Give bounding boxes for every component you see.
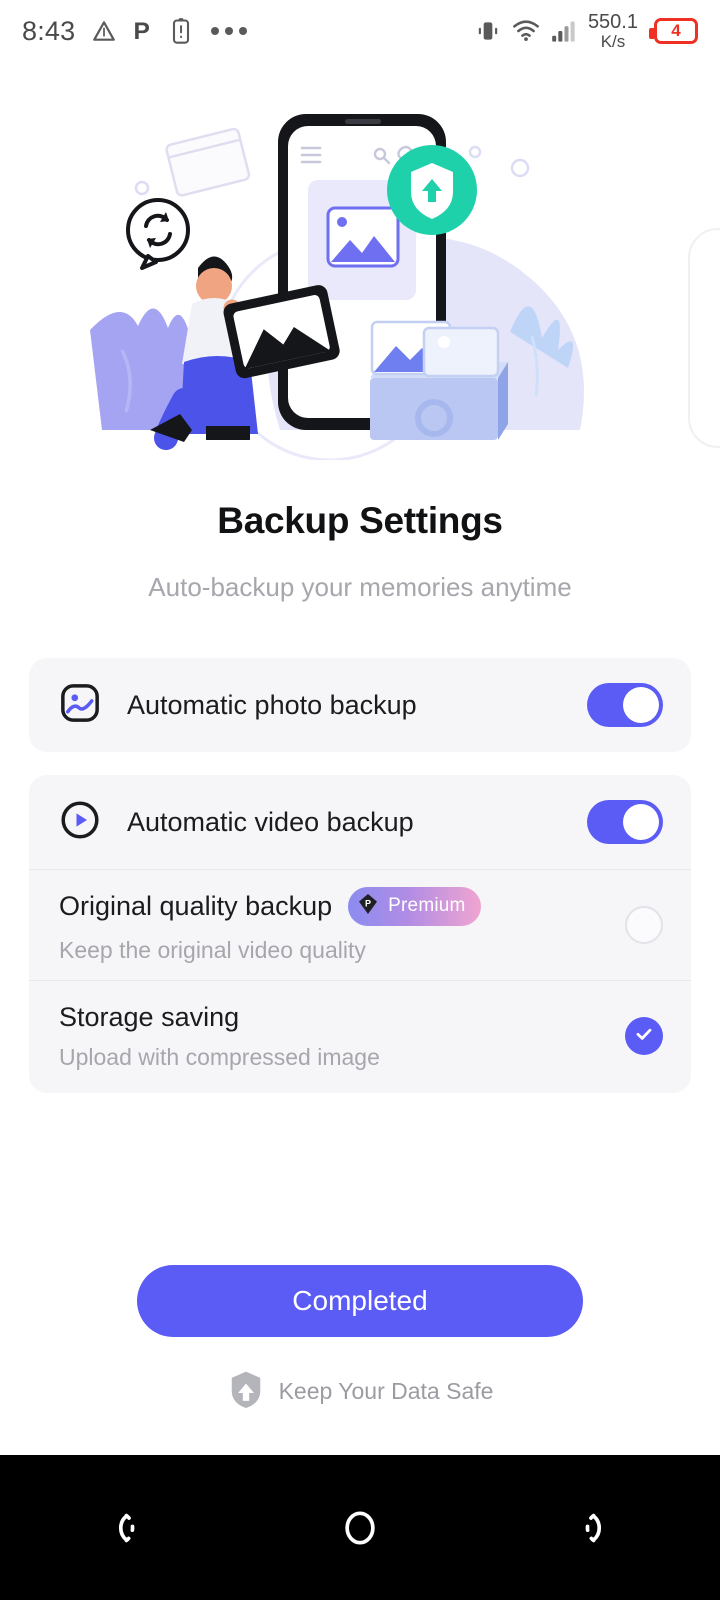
premium-badge[interactable]: P Premium	[348, 886, 481, 926]
option-original-quality-text: Original quality backup P Premium Keep t…	[59, 886, 625, 964]
network-speed-unit: K/s	[600, 31, 626, 51]
option-storage-saving-text: Storage saving Upload with compressed im…	[59, 1002, 625, 1071]
option-storage-saving-title-line: Storage saving	[59, 1002, 625, 1033]
video-play-icon	[59, 799, 101, 846]
svg-text:P: P	[365, 898, 371, 908]
option-original-quality-radio[interactable]	[625, 906, 663, 944]
photo-image-icon	[59, 682, 101, 729]
network-speed: 550.1 K/s	[588, 12, 638, 50]
back-nav-icon[interactable]	[60, 1488, 180, 1568]
video-backup-label: Automatic video backup	[127, 806, 414, 837]
option-storage-saving-subtitle: Upload with compressed image	[59, 1043, 380, 1070]
signal-icon	[551, 19, 577, 43]
status-bar-clock: 8:43	[22, 15, 76, 46]
photo-backup-toggle[interactable]	[587, 683, 663, 727]
backup-illustration	[0, 100, 720, 480]
option-original-quality-title: Original quality backup	[59, 890, 333, 921]
triangle-alert-icon	[91, 18, 117, 44]
photo-backup-toggle-knob	[623, 687, 659, 723]
offscreen-card-edge	[688, 228, 720, 448]
parking-p-icon: P	[133, 17, 155, 45]
svg-text:P: P	[134, 18, 150, 45]
premium-badge-label: Premium	[388, 895, 466, 916]
photo-backup-card: Automatic photo backup	[29, 658, 691, 752]
status-bar: 8:43 P 550.1 K/s 4	[0, 0, 720, 62]
completed-button[interactable]: Completed	[137, 1265, 583, 1337]
video-backup-toggle-knob	[623, 804, 659, 840]
shield-upload-icon	[227, 1368, 265, 1415]
network-speed-value: 550.1	[587, 11, 638, 34]
video-backup-row[interactable]: Automatic video backup	[29, 775, 691, 869]
status-bar-right: 550.1 K/s 4	[475, 12, 698, 50]
photo-backup-row-left: Automatic photo backup	[59, 682, 587, 729]
video-backup-toggle[interactable]	[587, 800, 663, 844]
check-icon	[632, 1022, 656, 1051]
video-backup-card: Automatic video backup Original quality …	[29, 775, 691, 1093]
vibrate-icon	[475, 18, 501, 44]
option-original-quality[interactable]: Original quality backup P Premium Keep t…	[29, 870, 691, 980]
footer-note: Keep Your Data Safe	[0, 1368, 720, 1415]
page-subtitle: Auto-backup your memories anytime	[148, 572, 572, 602]
video-backup-row-left: Automatic video backup	[59, 799, 587, 846]
premium-gem-icon: P	[356, 892, 380, 921]
battery-alert-icon	[171, 17, 191, 45]
battery-indicator: 4	[649, 18, 698, 44]
option-original-quality-title-line: Original quality backup P Premium	[59, 886, 625, 926]
system-navigation-bar	[0, 1455, 720, 1600]
wifi-icon	[512, 19, 540, 43]
battery-level-text: 4	[671, 21, 681, 40]
option-original-quality-subtitle: Keep the original video quality	[59, 936, 366, 963]
footer-text: Keep Your Data Safe	[278, 1378, 494, 1404]
more-dots-icon	[211, 27, 248, 35]
page-title: Backup Settings	[217, 500, 503, 541]
photo-backup-label: Automatic photo backup	[127, 689, 417, 720]
status-bar-left: 8:43 P	[22, 15, 248, 47]
home-nav-icon[interactable]	[300, 1488, 420, 1568]
app-screen: 8:43 P 550.1 K/s 4 Backup Settings Auto-…	[0, 0, 720, 1600]
recents-nav-icon[interactable]	[540, 1488, 660, 1568]
photo-backup-row[interactable]: Automatic photo backup	[29, 658, 691, 752]
option-storage-saving[interactable]: Storage saving Upload with compressed im…	[29, 981, 691, 1091]
option-storage-saving-title: Storage saving	[59, 1001, 240, 1032]
option-storage-saving-radio[interactable]	[625, 1017, 663, 1055]
